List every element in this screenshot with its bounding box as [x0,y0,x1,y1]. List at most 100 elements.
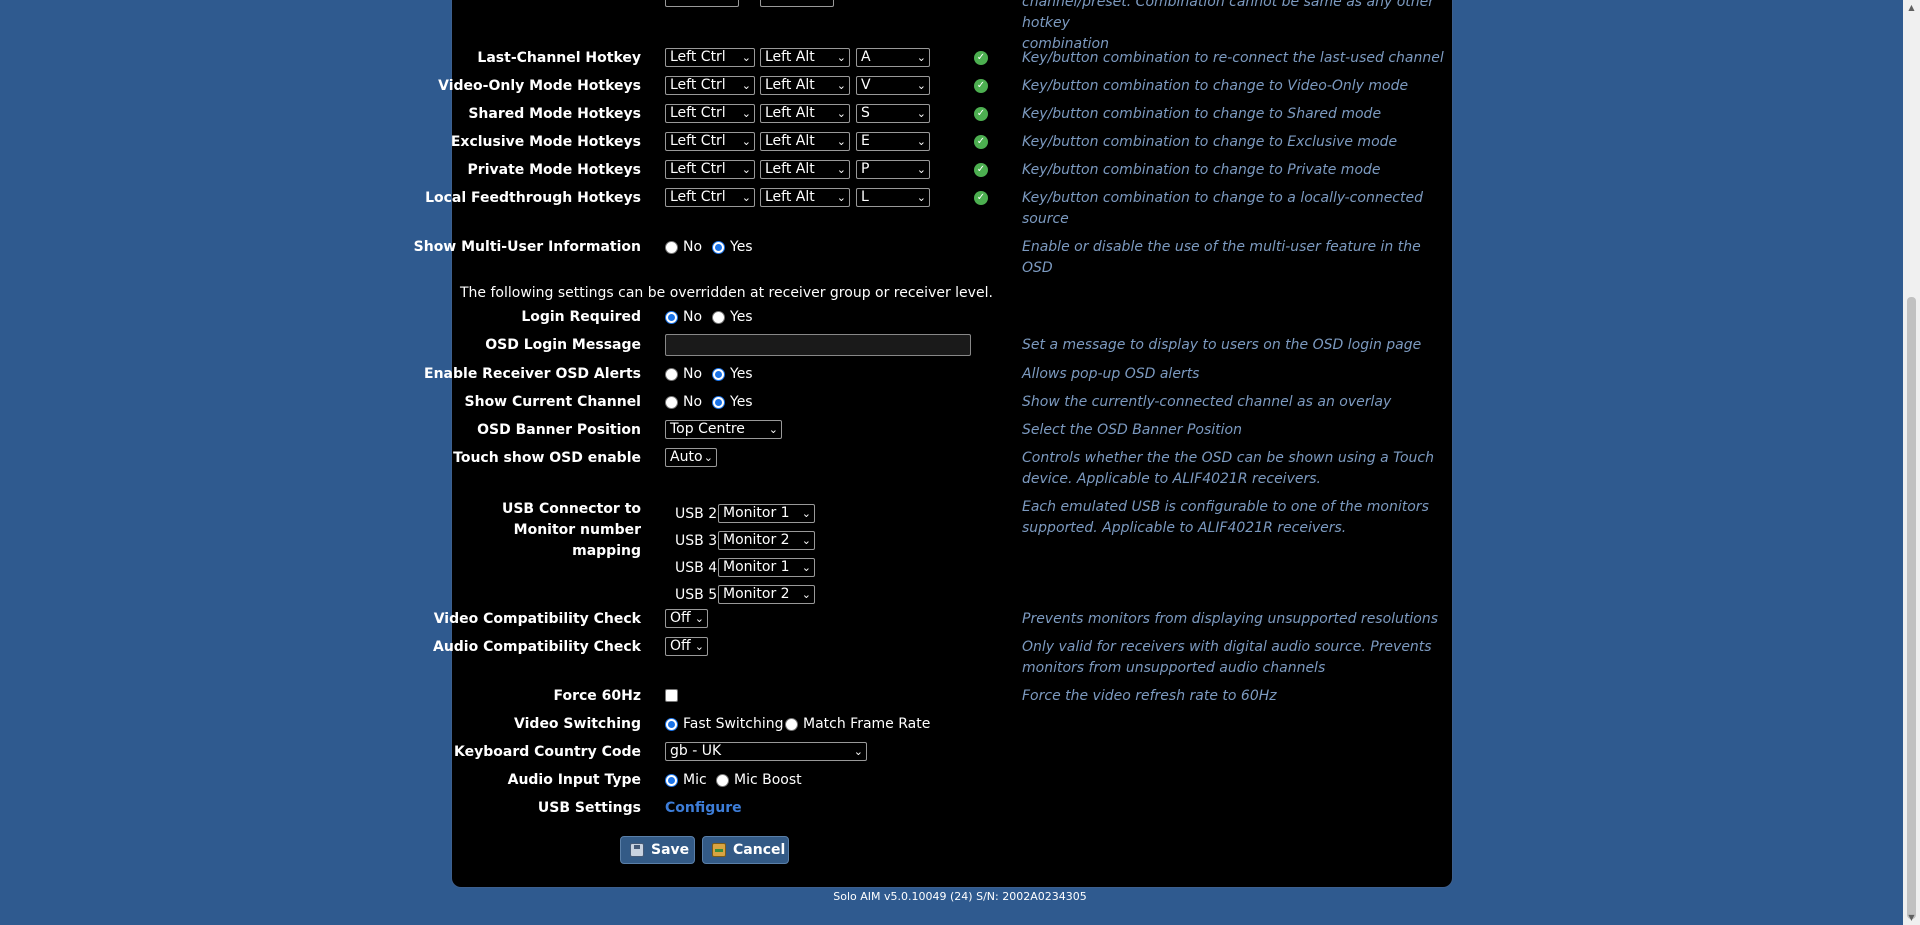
select-value: V [861,77,871,93]
usb-monitor-select[interactable]: Monitor 2 ⌄ [718,531,815,550]
hotkey-mod2-select[interactable]: Left Alt ⌄ [760,48,850,67]
multi-user-yes-radio[interactable] [712,241,725,254]
radio-label: Yes [730,239,753,255]
vertical-scrollbar[interactable]: ▲ ▼ [1903,0,1920,925]
select-value: Left Alt [765,77,815,93]
select-value: A [861,49,871,65]
banner-position-label: OSD Banner Position [477,422,641,438]
osd-alerts-yes-radio[interactable] [712,368,725,381]
chevron-down-icon: ⌄ [741,135,751,148]
osd-login-message-input[interactable] [665,334,971,356]
chevron-down-icon: ⌄ [836,79,846,92]
touch-osd-select[interactable]: Auto ⌄ [665,448,717,467]
audio-check-select[interactable]: Off ⌄ [665,637,708,656]
select-value: Off [670,638,691,654]
hotkey-mod1-select[interactable]: Left Ctrl ⌄ [665,104,755,123]
configure-link[interactable]: Configure [665,800,742,816]
scroll-up-icon[interactable]: ▲ [1907,3,1916,12]
select-value: Monitor 1 [723,559,790,575]
select-value: Left Ctrl [670,77,726,93]
hotkey-mod2-select[interactable]: Left Alt ⌄ [760,76,850,95]
match-frame-rate-radio[interactable] [785,718,798,731]
video-switching-label: Video Switching [514,716,641,732]
chevron-down-icon: ⌄ [916,79,926,92]
radio-label: Mic Boost [734,772,802,788]
force60-checkbox[interactable] [665,689,678,702]
current-channel-yes-radio[interactable] [712,396,725,409]
chevron-down-icon: ⌄ [916,191,926,204]
check-icon: ✓ [974,135,988,149]
radio-label: Yes [730,309,753,325]
select-value: Left Alt [765,105,815,121]
usb-monitor-select[interactable]: Monitor 1 ⌄ [718,558,815,577]
scroll-down-icon[interactable]: ▼ [1907,913,1916,922]
keyboard-country-select[interactable]: gb - UK ⌄ [665,742,867,761]
osd-login-message-label: OSD Login Message [485,337,641,353]
hotkey-key-select[interactable]: S ⌄ [856,104,930,123]
mic-boost-radio[interactable] [716,774,729,787]
touch-osd-desc: Controls whether the the OSD can be show… [1022,450,1434,487]
chevron-down-icon: ⌄ [853,745,863,758]
hotkey-key-select[interactable]: V ⌄ [856,76,930,95]
video-check-select[interactable]: Off ⌄ [665,609,708,628]
scrollbar-thumb[interactable] [1907,297,1916,919]
hotkey-desc: Key/button combination to change to Excl… [1022,134,1398,150]
hotkey-mod1-select[interactable]: Left Ctrl ⌄ [665,160,755,179]
hotkey-key-select[interactable]: L ⌄ [856,188,930,207]
check-icon: ✓ [974,51,988,65]
save-label: Save [651,842,690,858]
chevron-down-icon: ⌄ [741,79,751,92]
usb-mapping-label: USB Connector to Monitor number mapping [501,501,641,559]
cancel-button[interactable]: Cancel [702,836,789,864]
chevron-down-icon: ⌄ [801,507,811,520]
usb-monitor-select[interactable]: Monitor 1 ⌄ [718,504,815,523]
fast-switching-radio[interactable] [665,718,678,731]
hotkey-key-select[interactable]: P ⌄ [856,160,930,179]
hotkey-mod1-select[interactable]: Left Ctrl ⌄ [665,188,755,207]
version-footer: Solo AIM v5.0.10049 (24) S/N: 2002A02343… [833,890,1087,903]
hotkey-mod2-select[interactable]: Left Alt ⌄ [760,104,850,123]
chevron-down-icon: ⌄ [741,107,751,120]
hotkey-mod1-select[interactable]: Left Ctrl ⌄ [665,48,755,67]
hotkey-desc: Key/button combination to change to Shar… [1022,106,1382,122]
radio-label: No [683,394,703,410]
osd-alerts-no-radio[interactable] [665,368,678,381]
multi-user-no-radio[interactable] [665,241,678,254]
login-required-yes-radio[interactable] [712,311,725,324]
hotkey-mod2-select[interactable]: Left Alt ⌄ [760,160,850,179]
partial-mod1-select[interactable] [665,0,739,7]
video-check-desc: Prevents monitors from displaying unsupp… [1022,611,1439,627]
chevron-down-icon: ⌄ [836,163,846,176]
usb-port-label: USB 5 [675,587,718,603]
select-value: P [861,161,870,177]
partial-desc-line1: channel/preset. Combination cannot be sa… [1022,0,1435,31]
select-value: Top Centre [670,421,745,437]
select-value: Left Ctrl [670,189,726,205]
hotkey-mod1-select[interactable]: Left Ctrl ⌄ [665,76,755,95]
chevron-down-icon: ⌄ [801,561,811,574]
chevron-down-icon: ⌄ [703,451,713,464]
login-required-no-radio[interactable] [665,311,678,324]
partial-mod2-select[interactable] [760,0,834,7]
hotkey-mod2-select[interactable]: Left Alt ⌄ [760,132,850,151]
hotkey-key-select[interactable]: E ⌄ [856,132,930,151]
banner-position-select[interactable]: Top Centre ⌄ [665,420,782,439]
mic-radio[interactable] [665,774,678,787]
hotkey-mod2-select[interactable]: Left Alt ⌄ [760,188,850,207]
radio-label: No [683,366,703,382]
radio-label: No [683,239,703,255]
current-channel-no-radio[interactable] [665,396,678,409]
chevron-down-icon: ⌄ [836,191,846,204]
save-button[interactable]: Save [620,836,695,864]
current-channel-label: Show Current Channel [464,394,641,410]
hotkey-mod1-select[interactable]: Left Ctrl ⌄ [665,132,755,151]
chevron-down-icon: ⌄ [694,612,704,625]
hotkey-key-select[interactable]: A ⌄ [856,48,930,67]
chevron-down-icon: ⌄ [916,107,926,120]
radio-label: Match Frame Rate [803,716,931,732]
chevron-down-icon: ⌄ [916,163,926,176]
usb-monitor-select[interactable]: Monitor 2 ⌄ [718,585,815,604]
check-icon: ✓ [974,191,988,205]
force60-label: Force 60Hz [553,688,641,704]
select-value: S [861,105,870,121]
